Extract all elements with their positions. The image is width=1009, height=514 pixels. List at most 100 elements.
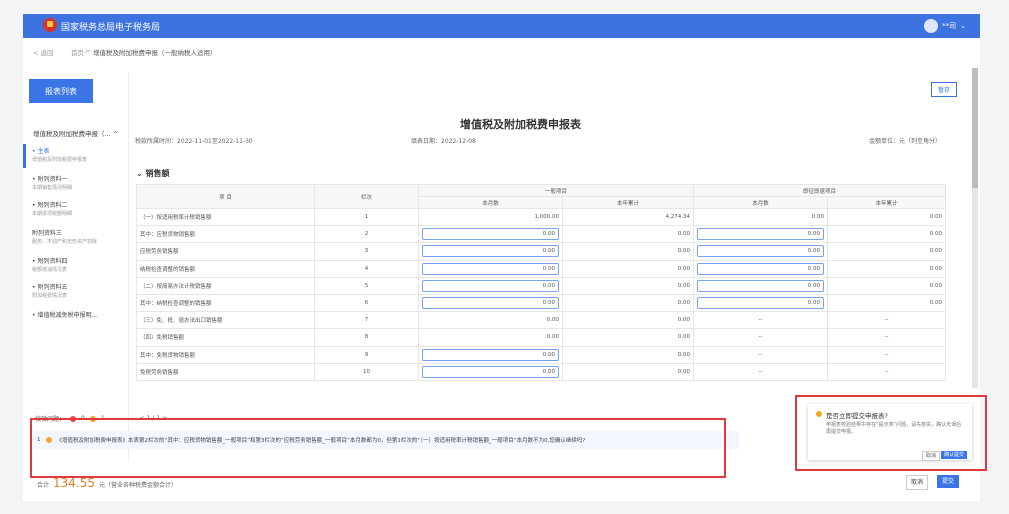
table-row: 其中：免税货物销售额 9 0.00 0.00 -- -- xyxy=(136,345,947,364)
amount-cell: 1,000.00 xyxy=(418,207,563,227)
row-item-label: 应税劳务销售额 xyxy=(136,242,315,261)
row-col-number: 8 xyxy=(314,328,419,347)
amount-cell: 0.00 xyxy=(827,293,947,313)
sidebar-item-schedule-3[interactable]: 附列资料三 服务、不动产和无形资产扣除 xyxy=(32,228,122,245)
table-row: 其中：纳税检查调整的销售额 6 0.00 0.00 0.00 0.00 xyxy=(136,293,947,313)
scrollbar[interactable] xyxy=(972,68,978,388)
amount-cell: 0.00 xyxy=(418,328,563,347)
amount-cell: -- xyxy=(693,345,829,364)
row-item-label: 免税劳务销售额 xyxy=(136,362,315,381)
table-row: 其中：应税货物销售额 2 0.00 0.00 0.00 0.00 xyxy=(136,225,947,244)
total-amount: 134.55 xyxy=(53,476,96,490)
sales-table: 项 目 栏次 一般项目 即征即退项目 本月数 本年累计 本月数 本年累计 （一）… xyxy=(136,184,947,381)
amount-cell: 0.00 xyxy=(561,345,695,364)
amount-input[interactable]: 0.00 xyxy=(697,245,825,258)
row-item-label: （一）按适用税率计税销售额 xyxy=(136,207,315,227)
amount-cell: 4,274.34 xyxy=(561,207,695,227)
active-indicator xyxy=(23,144,26,168)
breadcrumb-separator: > xyxy=(85,47,91,55)
amount-cell: -- xyxy=(693,362,829,381)
amount-input[interactable]: 0.00 xyxy=(697,279,825,292)
user-name: **司 xyxy=(942,22,957,30)
amount-cell[interactable]: 0.00 xyxy=(418,242,563,261)
amount-cell: 0.00 xyxy=(561,225,695,244)
amount-cell[interactable]: 0.00 xyxy=(418,345,563,364)
sidebar-item-schedule-2[interactable]: • 附列资料二 本期进项税额明细 xyxy=(32,200,122,217)
row-item-label: 其中：免税货物销售额 xyxy=(136,345,315,364)
header-month: 本月数 xyxy=(418,196,563,209)
row-col-number: 5 xyxy=(314,276,419,295)
amount-cell[interactable]: 0.00 xyxy=(418,225,563,244)
amount-cell[interactable]: 0.00 xyxy=(693,242,829,261)
row-item-label: （二）按简易办法计税销售额 xyxy=(136,276,315,295)
table-row: 纳税检查调整的销售额 4 0.00 0.00 0.00 0.00 xyxy=(136,259,947,278)
report-sidebar: 报表列表 增值税及附加税费申报（... ^ • 主表 增值税及附加税费申报表 • … xyxy=(23,72,129,462)
amount-input[interactable]: 0.00 xyxy=(422,262,559,275)
header-year: 本年累计 xyxy=(827,196,947,209)
amount-input[interactable]: 0.00 xyxy=(697,297,825,310)
amount-cell[interactable]: 0.00 xyxy=(418,276,563,295)
amount-input[interactable]: 0.00 xyxy=(422,245,559,258)
row-col-number: 3 xyxy=(314,242,419,261)
amount-input[interactable]: 0.00 xyxy=(422,297,559,310)
save-draft-button[interactable]: 暂存 xyxy=(931,82,957,97)
amount-cell: 0.00 xyxy=(561,242,695,261)
amount-cell[interactable]: 0.00 xyxy=(418,259,563,278)
total-summary: 合计 134.55 元（营业各种税费金额合计） xyxy=(37,476,178,490)
amount-input[interactable]: 0.00 xyxy=(697,228,825,241)
amount-input[interactable]: 0.00 xyxy=(697,262,825,275)
table-row: （四）免税销售额 8 0.00 0.00 -- -- xyxy=(136,328,947,347)
amount-input[interactable]: 0.00 xyxy=(422,228,559,241)
site-title: 国家税务总局电子税务局 xyxy=(61,23,161,33)
amount-cell: -- xyxy=(693,328,829,347)
highlight-box-issues xyxy=(30,418,726,478)
amount-input[interactable]: 0.00 xyxy=(422,348,559,361)
sidebar-item-tax-relief[interactable]: • 增值税减免税申报明... xyxy=(32,310,122,319)
amount-cell[interactable]: 0.00 xyxy=(418,362,563,381)
tax-period: 税款所属时间：2022-11-01至2022-11-30 xyxy=(135,138,253,145)
report-list-button[interactable]: 报表列表 xyxy=(29,79,93,103)
breadcrumb-home[interactable]: 首页 xyxy=(71,47,84,57)
header-year: 本年累计 xyxy=(561,196,695,209)
amount-cell: 0.00 xyxy=(561,276,695,295)
back-link[interactable]: < 返回 xyxy=(33,47,54,57)
row-col-number: 7 xyxy=(314,311,419,330)
table-row: 免税劳务销售额 10 0.00 0.00 -- -- xyxy=(136,362,947,381)
fill-date: 填表日期：2022-12-08 xyxy=(411,138,476,145)
row-item-label: 其中：纳税检查调整的销售额 xyxy=(136,293,315,313)
submit-button[interactable]: 提交 xyxy=(937,475,959,488)
row-item-label: 其中：应税货物销售额 xyxy=(136,225,315,244)
amount-cell: 0.00 xyxy=(561,362,695,381)
breadcrumb: < 返回 首页 > 增值税及附加税费申报（一般纳税人适用） xyxy=(23,38,980,64)
header-immediate: 即征即退项目 xyxy=(693,184,947,197)
table-row: （三）免、抵、退办法出口销售额 7 0.00 0.00 -- -- xyxy=(136,311,947,330)
amount-cell[interactable]: 0.00 xyxy=(693,225,829,244)
report-title: 增值税及附加税费申报表 xyxy=(460,118,581,131)
amount-input[interactable]: 0.00 xyxy=(422,279,559,292)
header-month: 本月数 xyxy=(693,196,829,209)
amount-cell: 0.00 xyxy=(827,207,947,227)
sidebar-item-main-table[interactable]: • 主表 增值税及附加税费申报表 xyxy=(32,146,122,163)
amount-cell: 0.00 xyxy=(561,328,695,347)
amount-cell[interactable]: 0.00 xyxy=(693,259,829,278)
amount-cell: 0.00 xyxy=(561,293,695,313)
row-col-number: 9 xyxy=(314,345,419,364)
amount-cell[interactable]: 0.00 xyxy=(418,293,563,313)
chevron-down-icon: ⌄ xyxy=(136,169,146,178)
row-item-label: （四）免税销售额 xyxy=(136,328,315,347)
amount-cell: -- xyxy=(827,362,947,381)
sidebar-group-vat[interactable]: 增值税及附加税费申报（... ^ xyxy=(33,128,118,138)
user-menu[interactable]: **司 ⌄ xyxy=(924,19,966,33)
section-sales[interactable]: ⌄ 销售额 xyxy=(136,168,170,179)
row-col-number: 2 xyxy=(314,225,419,244)
sidebar-item-schedule-4[interactable]: • 附列资料四 税额抵减情况表 xyxy=(32,256,122,273)
sidebar-item-schedule-1[interactable]: • 附列资料一 本期销售情况明细 xyxy=(32,174,122,191)
table-row: （二）按简易办法计税销售额 5 0.00 0.00 0.00 0.00 xyxy=(136,276,947,295)
amount-input[interactable]: 0.00 xyxy=(422,365,559,378)
header-col: 栏次 xyxy=(314,184,419,209)
cancel-button[interactable]: 取消 xyxy=(906,475,928,490)
sidebar-item-schedule-5[interactable]: • 附列资料五 附加税费情况表 xyxy=(32,282,122,299)
breadcrumb-current: 增值税及附加税费申报（一般纳税人适用） xyxy=(93,49,217,57)
amount-cell[interactable]: 0.00 xyxy=(693,293,829,313)
amount-cell[interactable]: 0.00 xyxy=(693,276,829,295)
